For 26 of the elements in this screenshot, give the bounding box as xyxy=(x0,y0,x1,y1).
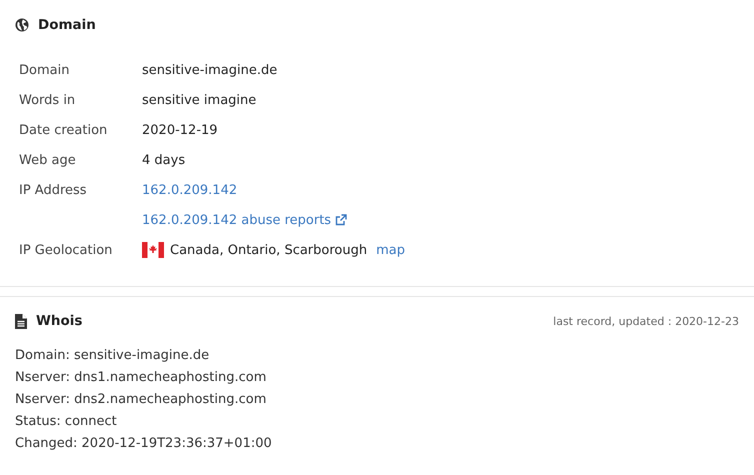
flag-icon xyxy=(142,242,164,258)
link[interactable]: 162.0.209.142 abuse reports xyxy=(142,212,332,228)
field-value: 2020-12-19 xyxy=(142,122,218,138)
link[interactable]: map xyxy=(376,242,405,258)
update-note: last record, updated : 2020-12-23 xyxy=(553,314,739,328)
document-icon xyxy=(15,314,27,328)
field-label: Web age xyxy=(19,152,77,168)
field-value: 4 days xyxy=(142,152,186,168)
whois-line: Status: connect xyxy=(15,413,118,431)
whois-line: Nserver: dns2.namecheaphosting.com xyxy=(15,391,268,409)
field-label: Words in xyxy=(19,92,76,108)
field-value: Canada, Ontario, Scarborough xyxy=(170,242,368,258)
whois-line: Domain: sensitive-imagine.de xyxy=(15,347,210,365)
field-label: Date creation xyxy=(19,122,108,138)
globe-icon xyxy=(15,18,29,32)
section-title: Whois xyxy=(36,313,82,329)
external-link-icon xyxy=(335,214,348,226)
field-value: sensitive-imagine.de xyxy=(142,62,278,78)
field-label: Domain xyxy=(19,62,70,78)
field-label: IP Address xyxy=(19,182,88,198)
whois-line: Nserver: dns1.namecheaphosting.com xyxy=(15,369,268,387)
field-value: sensitive imagine xyxy=(142,92,256,108)
field-label: IP Geolocation xyxy=(19,242,114,258)
section-title: Domain xyxy=(38,17,96,33)
link[interactable]: 162.0.209.142 xyxy=(142,182,238,198)
whois-line: Changed: 2020-12-19T23:36:37+01:00 xyxy=(15,435,273,453)
